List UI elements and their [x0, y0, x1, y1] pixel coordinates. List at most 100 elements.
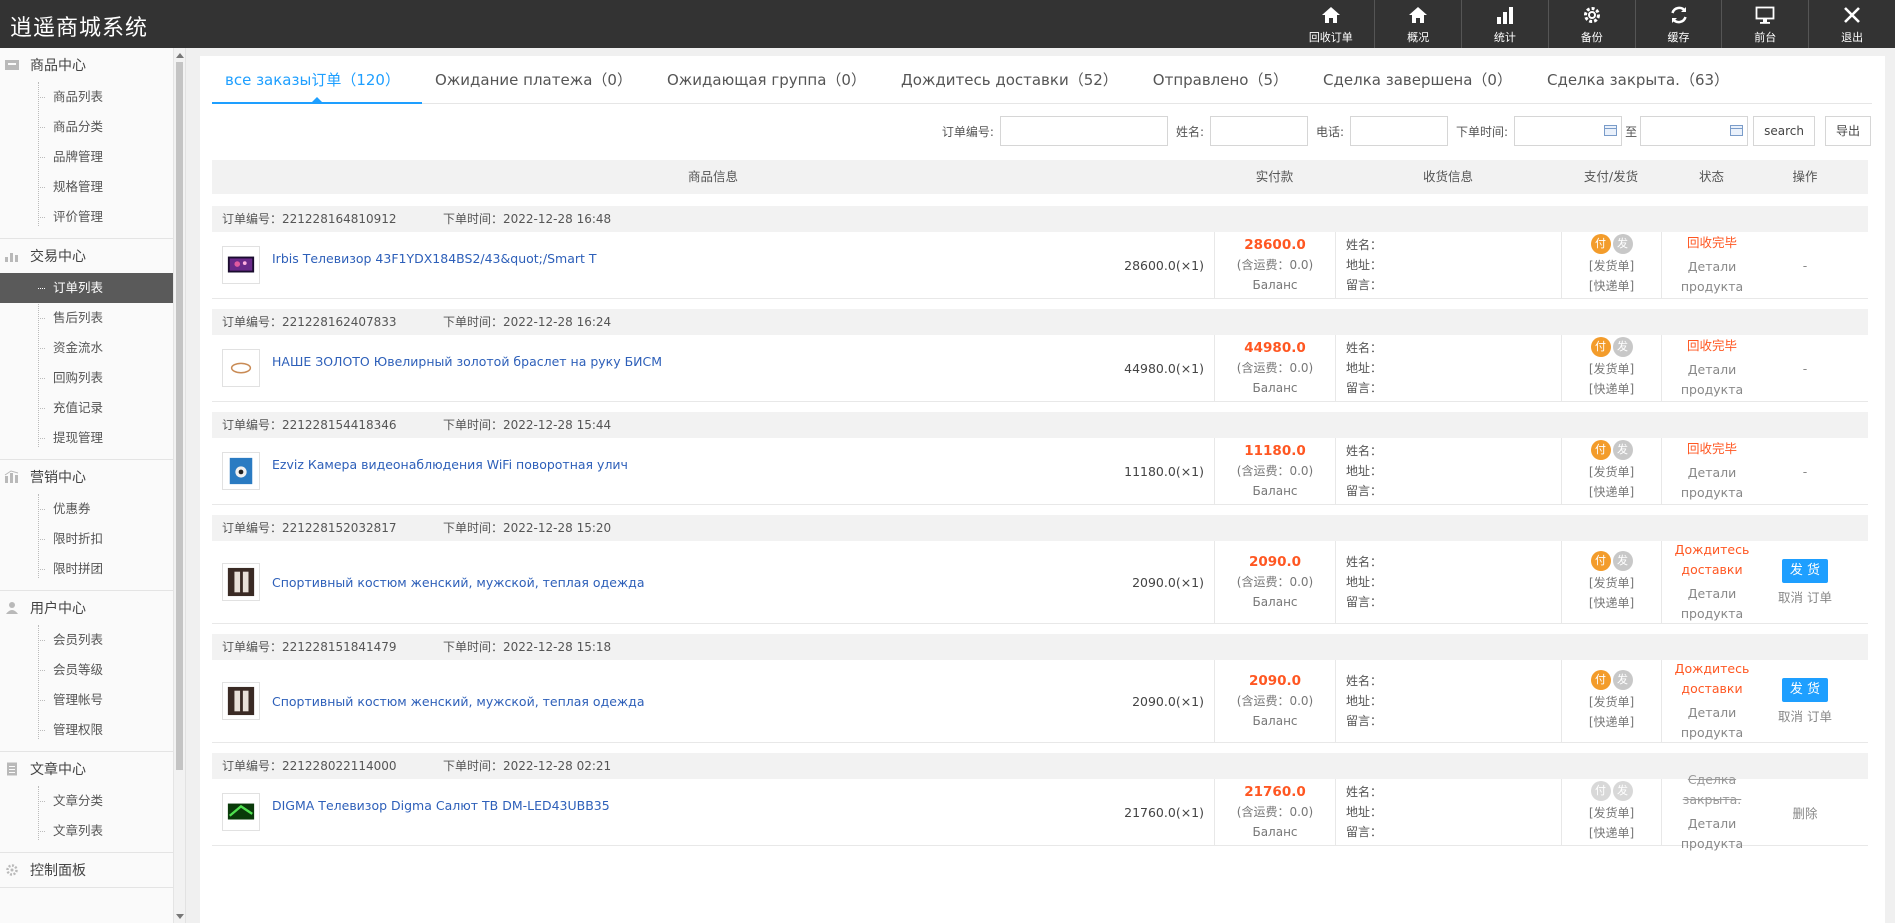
scroll-up-arrow[interactable]: [176, 53, 184, 58]
sidebar-group-title[interactable]: 营销中心: [0, 460, 185, 494]
ship-button[interactable]: 发 货: [1781, 677, 1829, 702]
details-link[interactable]: Детали продукта: [1662, 257, 1762, 297]
scrollbar-thumb[interactable]: [176, 62, 183, 770]
delete-link[interactable]: 删除: [1792, 803, 1817, 822]
sidebar-group-title[interactable]: 文章中心: [0, 752, 185, 786]
search-button[interactable]: search: [1753, 116, 1815, 146]
invoice-link[interactable]: [发货单]: [1562, 803, 1661, 823]
sidebar-item[interactable]: 优惠券: [0, 494, 185, 524]
scroll-down-arrow[interactable]: [176, 914, 184, 919]
sidebar-item[interactable]: 商品列表: [0, 82, 185, 112]
product-name-link[interactable]: Irbis Телевизор 43F1YDX184BS2/43&quot;/S…: [272, 251, 1094, 266]
express-link[interactable]: [快递单]: [1562, 593, 1661, 613]
sidebar-item[interactable]: 限时折扣: [0, 524, 185, 554]
sidebar-item[interactable]: 商品分类: [0, 112, 185, 142]
sidebar-item[interactable]: 文章列表: [0, 816, 185, 846]
sidebar-item[interactable]: 会员等级: [0, 655, 185, 685]
tab-6[interactable]: Сделка закрыта.（63）: [1534, 56, 1751, 104]
name-input[interactable]: [1210, 116, 1308, 146]
order-row: Ezviz Камера видеонаблюдения WiFi поворо…: [212, 438, 1868, 504]
sidebar-item[interactable]: 规格管理: [0, 172, 185, 202]
product-thumbnail[interactable]: [222, 793, 260, 831]
order-no-input[interactable]: [999, 116, 1168, 146]
tab-0[interactable]: все заказы订单（120）: [212, 56, 422, 104]
sidebar-group-label: 控制面板: [30, 863, 86, 879]
invoice-link[interactable]: [发货单]: [1562, 692, 1661, 712]
toolbar-close-button[interactable]: 退出: [1808, 0, 1895, 48]
operation-cell: -: [1762, 335, 1848, 401]
ship-button[interactable]: 发 货: [1781, 558, 1829, 583]
express-link[interactable]: [快递单]: [1562, 276, 1661, 296]
product-thumbnail[interactable]: [222, 563, 260, 601]
toolbar-bar-chart-button[interactable]: 统计: [1461, 0, 1548, 48]
product-thumbnail[interactable]: [222, 349, 260, 387]
toolbar-refresh-button[interactable]: 缓存: [1634, 0, 1722, 48]
order-number-value: 221228022114000: [282, 759, 397, 773]
express-link[interactable]: [快递单]: [1562, 712, 1661, 732]
sidebar-group-title[interactable]: 商品中心: [0, 48, 185, 82]
product-name-link[interactable]: DIGMA Телевизор Digma Салют ТВ DM-LED43U…: [272, 798, 1094, 813]
sidebar-group-title[interactable]: 控制面板: [0, 853, 185, 887]
product-name-link[interactable]: Спортивный костюм женский, мужской, тепл…: [272, 575, 1094, 590]
invoice-link[interactable]: [发货单]: [1562, 462, 1661, 482]
sidebar-item[interactable]: 售后列表: [0, 303, 185, 333]
receiver-address: 地址：: [1346, 258, 1383, 272]
invoice-link[interactable]: [发货单]: [1562, 359, 1661, 379]
cancel-order-link[interactable]: 取消 订单: [1778, 587, 1832, 606]
product-thumbnail[interactable]: [222, 452, 260, 490]
sidebar-item[interactable]: 充值记录: [0, 393, 185, 423]
invoice-link[interactable]: [发货单]: [1562, 573, 1661, 593]
sidebar-item[interactable]: 管理帐号: [0, 685, 185, 715]
express-link[interactable]: [快递单]: [1562, 379, 1661, 399]
sidebar-item[interactable]: 提现管理: [0, 423, 185, 453]
sidebar-item[interactable]: 评价管理: [0, 202, 185, 232]
toolbar-monitor-button[interactable]: 前台: [1721, 0, 1808, 48]
sidebar-item[interactable]: 回购列表: [0, 363, 185, 393]
tab-1[interactable]: Ожидание платежа（0）: [422, 56, 654, 104]
tab-5[interactable]: Сделка завершена（0）: [1310, 56, 1534, 104]
status-cell: Сделка закрыта. Детали продукта: [1661, 772, 1762, 851]
tab-2[interactable]: Ожидающая группа（0）: [654, 56, 888, 104]
details-link[interactable]: Детали продукта: [1662, 584, 1762, 624]
sidebar-item[interactable]: 文章分类: [0, 786, 185, 816]
sidebar-scrollbar[interactable]: [173, 48, 185, 923]
toolbar-home-button[interactable]: 概况: [1374, 0, 1461, 48]
calendar-icon[interactable]: [1730, 125, 1744, 136]
tab-4[interactable]: Отправлено（5）: [1140, 56, 1310, 104]
cancel-order-link[interactable]: 取消 订单: [1778, 706, 1832, 725]
express-link[interactable]: [快递单]: [1562, 482, 1661, 502]
details-link[interactable]: Детали продукта: [1662, 463, 1762, 503]
product-price: 44980.0(×1): [1124, 360, 1204, 376]
export-button[interactable]: 导出: [1824, 116, 1871, 146]
details-link[interactable]: Детали продукта: [1662, 360, 1762, 400]
sidebar-item[interactable]: 订单列表: [0, 273, 185, 303]
toolbar-home-button[interactable]: 回收订单: [1287, 0, 1374, 48]
bar-chart-icon: [1494, 4, 1516, 26]
product-name-link[interactable]: НАШЕ ЗОЛОТО Ювелирный золотой браслет на…: [272, 354, 1094, 369]
sidebar-group-title[interactable]: 交易中心: [0, 239, 185, 273]
details-link[interactable]: Детали продукта: [1662, 814, 1762, 854]
order-card: 订单编号：221228162407833 下单时间：2022-12-28 16:2…: [212, 309, 1868, 402]
sidebar-item[interactable]: 资金流水: [0, 333, 185, 363]
sidebar-group-label: 商品中心: [30, 58, 86, 74]
sidebar: 商品中心商品列表 商品分类 品牌管理 规格管理 评价管理交易中心 订单列表 售后列表 资金流水…: [0, 48, 186, 923]
header-product: 商品信息: [687, 169, 738, 184]
product-thumbnail[interactable]: [222, 682, 260, 720]
phone-input[interactable]: [1350, 116, 1449, 146]
sidebar-item[interactable]: 限时拼团: [0, 554, 185, 584]
sidebar-item[interactable]: 管理权限: [0, 715, 185, 745]
tab-3[interactable]: Дождитесь доставки（52）: [888, 56, 1140, 104]
sidebar-item[interactable]: 品牌管理: [0, 142, 185, 172]
calendar-icon[interactable]: [1604, 125, 1618, 136]
details-link[interactable]: Детали продукта: [1662, 703, 1762, 743]
product-thumbnail[interactable]: [222, 246, 260, 284]
sidebar-item[interactable]: 会员列表: [0, 625, 185, 655]
product-name-link[interactable]: Спортивный костюм женский, мужской, тепл…: [272, 694, 1094, 709]
invoice-link[interactable]: [发货单]: [1562, 256, 1661, 276]
payship-cell: 付发 [发货单] [快递单]: [1561, 660, 1661, 742]
sidebar-group-title[interactable]: 用户中心: [0, 591, 185, 625]
search-filter: 订单编号: 姓名: 电话: 下单时间: 至 search 导出: [934, 116, 1871, 146]
product-name-link[interactable]: Ezviz Камера видеонаблюдения WiFi поворо…: [272, 457, 1094, 472]
express-link[interactable]: [快递单]: [1562, 823, 1661, 843]
toolbar-gear-button[interactable]: 备份: [1547, 0, 1635, 48]
